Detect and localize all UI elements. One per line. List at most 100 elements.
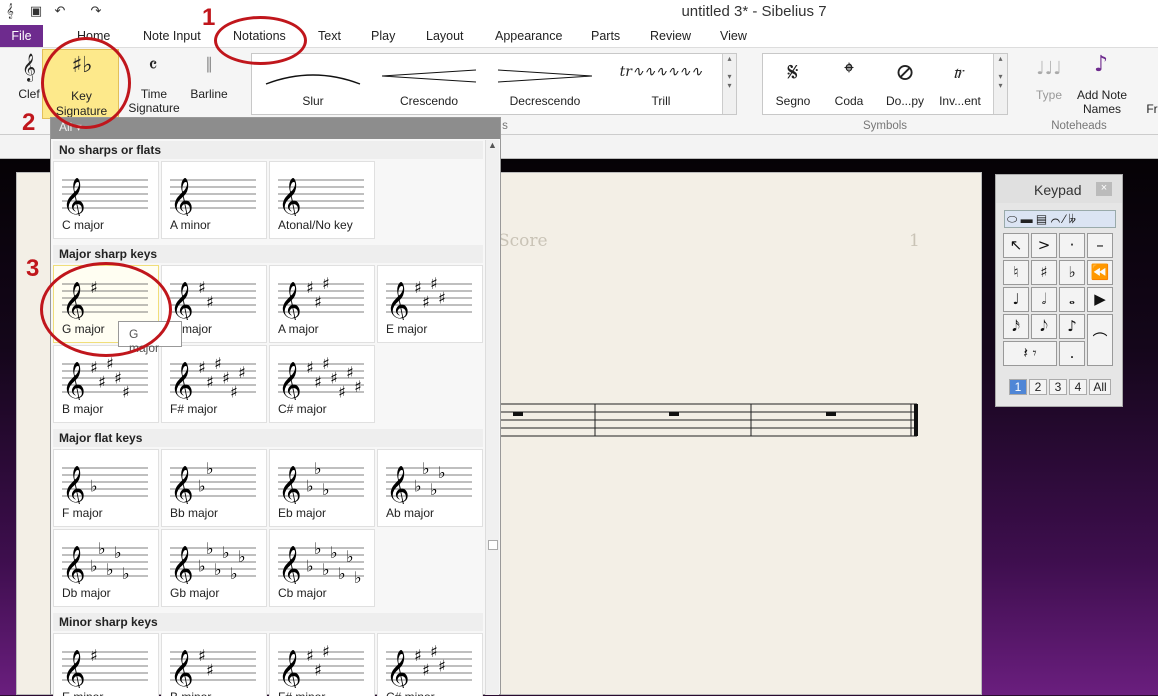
- keypad-tab-3[interactable]: 3: [1049, 379, 1067, 395]
- keypad-button[interactable]: ▶: [1087, 287, 1113, 312]
- key-option-ab-major[interactable]: 𝄞 ♭ ♭ ♭ ♭ Ab major: [377, 449, 483, 527]
- tab-play[interactable]: Play: [371, 29, 395, 43]
- keypad-button[interactable]: 𝅘𝅥𝅮: [1031, 314, 1057, 339]
- key-option-label: F major: [62, 506, 103, 520]
- flat-accidental-icon: ♭: [206, 539, 214, 558]
- keypad-tab-all[interactable]: All: [1089, 379, 1111, 395]
- keypad-button[interactable]: .: [1059, 341, 1085, 366]
- keypad-button[interactable]: 𝅘𝅥𝅯: [1003, 314, 1029, 339]
- barline-icon: 𝄁: [207, 53, 211, 77]
- sharp-accidental-icon: ♯: [314, 661, 322, 680]
- sharp-accidental-icon: ♯: [438, 289, 446, 308]
- keypad-button[interactable]: 𝄽 𝄾: [1003, 341, 1057, 366]
- key-option-label: Db major: [62, 586, 111, 600]
- keypad-button[interactable]: ♩: [1003, 287, 1029, 312]
- keypad-button[interactable]: ⏪: [1087, 260, 1113, 285]
- decrescendo-item[interactable]: Decrescendo: [496, 94, 594, 108]
- slur-item[interactable]: Slur: [264, 94, 362, 108]
- key-option-c-sharp-minor[interactable]: 𝄞♯♯♯♯C# minor: [377, 633, 483, 696]
- tab-parts[interactable]: Parts: [591, 29, 620, 43]
- tab-text[interactable]: Text: [318, 29, 341, 43]
- add-note-names-button[interactable]: Add Note Names: [1074, 88, 1130, 116]
- tab-note-input[interactable]: Note Input: [143, 29, 201, 43]
- keypad-button[interactable]: ·: [1059, 233, 1085, 258]
- key-signature-gallery: All ▾ No sharps or flats 𝄞 C major 𝄞 A minor…: [50, 117, 501, 696]
- key-option-b-minor[interactable]: 𝄞♯♯B minor: [161, 633, 267, 696]
- crescendo-item[interactable]: Crescendo: [380, 94, 478, 108]
- key-option-bb-major[interactable]: 𝄞 ♭ ♭ Bb major: [161, 449, 267, 527]
- notehead-type-icon: ♩♩♩: [1036, 58, 1062, 79]
- keypad-button[interactable]: ♭: [1059, 260, 1085, 285]
- svg-text:𝄞: 𝄞: [278, 546, 302, 584]
- crescendo-icon: [381, 69, 477, 83]
- symbols-group-label: Symbols: [862, 120, 908, 132]
- keypad-button[interactable]: ♮: [1003, 260, 1029, 285]
- flat-accidental-icon: ♭: [306, 557, 314, 576]
- sharp-accidental-icon: ♯: [414, 646, 422, 665]
- inv-ent-item[interactable]: Inv...ent: [935, 94, 985, 108]
- gallery-scrollbar[interactable]: ▲: [485, 140, 499, 695]
- key-option-f-sharp-major[interactable]: 𝄞 ♯ ♯ ♯ ♯ ♯ ♯ F# major: [161, 345, 267, 423]
- coda-item[interactable]: Coda: [825, 94, 873, 108]
- key-option-a-minor[interactable]: 𝄞 A minor: [161, 161, 267, 239]
- svg-text:𝄞: 𝄞: [170, 466, 194, 504]
- flat-accidental-icon: ♭: [414, 477, 422, 496]
- key-option-c-major[interactable]: 𝄞 C major: [53, 161, 159, 239]
- sharp-accidental-icon: ♯: [206, 373, 214, 392]
- key-option-gb-major[interactable]: 𝄞 ♭ ♭ ♭ ♭ ♭ ♭ Gb major: [161, 529, 267, 607]
- sharp-accidental-icon: ♯: [198, 358, 206, 377]
- tab-view[interactable]: View: [720, 29, 747, 43]
- sharp-accidental-icon: ♯: [414, 278, 422, 297]
- key-option-e-minor[interactable]: 𝄞♯ E minor: [53, 633, 159, 696]
- tab-review[interactable]: Review: [650, 29, 691, 43]
- sharp-accidental-icon: ♯: [114, 369, 122, 388]
- flat-accidental-icon: ♭: [322, 480, 330, 499]
- annotation-number-2: 2: [22, 109, 36, 136]
- coda-icon: 𝄌: [844, 58, 854, 88]
- keypad-layout-selector[interactable]: ⬭ ▬ ▤ ⌒ ⁄ 𝄫: [1004, 210, 1116, 228]
- keypad-button[interactable]: >: [1031, 233, 1057, 258]
- trill-item[interactable]: Trill: [612, 94, 710, 108]
- add-note-names-icon: ♪: [1093, 52, 1109, 77]
- flat-accidental-icon: ♭: [90, 557, 98, 576]
- key-option-e-major[interactable]: 𝄞 ♯ ♯ ♯ ♯ E major: [377, 265, 483, 343]
- keypad-tab-1[interactable]: 1: [1009, 379, 1027, 395]
- scroll-up-icon[interactable]: ▲: [488, 140, 498, 150]
- keypad-button[interactable]: 𝅝: [1059, 287, 1085, 312]
- keypad-icon-1[interactable]: ⬭ ▬ ▤ ⌒ ⁄ 𝄫: [1007, 212, 1076, 227]
- key-option-eb-major[interactable]: 𝄞 ♭ ♭ ♭ Eb major: [269, 449, 375, 527]
- tab-file[interactable]: File: [0, 25, 43, 47]
- keypad-tab-4[interactable]: 4: [1069, 379, 1087, 395]
- keypad-close-button[interactable]: ×: [1096, 182, 1112, 196]
- do-py-item[interactable]: Do...py: [881, 94, 929, 108]
- key-signature-staff-icon: 𝄞 ♭♭♭♭♭♭: [170, 539, 256, 584]
- symbols-gallery-scroll[interactable]: ▴ ▾ ▾: [993, 54, 1007, 114]
- keypad-button[interactable]: ⌒: [1087, 314, 1113, 366]
- key-option-f-major[interactable]: 𝄞 ♭ F major: [53, 449, 159, 527]
- svg-text:𝄞: 𝄞: [278, 178, 302, 216]
- noteheads-group-label: Noteheads: [1051, 120, 1107, 132]
- flat-accidental-icon: ♭: [322, 560, 330, 579]
- tab-layout[interactable]: Layout: [426, 29, 464, 43]
- key-option-atonal-no-key[interactable]: 𝄞 Atonal/No key: [269, 161, 375, 239]
- keypad-button[interactable]: ♪: [1059, 314, 1085, 339]
- keypad-button[interactable]: ♯: [1031, 260, 1057, 285]
- keypad-button[interactable]: –: [1087, 233, 1113, 258]
- barline-button[interactable]: Barline: [186, 87, 232, 101]
- key-signature-staff-icon: 𝄞 ♭♭♭♭: [386, 459, 472, 504]
- key-option-f-sharp-minor[interactable]: 𝄞♯♯♯F# minor: [269, 633, 375, 696]
- keypad-button[interactable]: 𝅗𝅥: [1031, 287, 1057, 312]
- key-option-a-major[interactable]: 𝄞 ♯ ♯ ♯ A major: [269, 265, 375, 343]
- segno-item[interactable]: Segno: [769, 94, 817, 108]
- time-signature-button[interactable]: Time Signature: [128, 87, 180, 115]
- keypad-panel: Keypad × ⬭ ▬ ▤ ⌒ ⁄ 𝄫 ↖ > · – ♮ ♯ ♭ ⏪ ♩ 𝅗𝅥 𝅝 ▶ 𝅘𝅥𝅯 𝅘𝅥𝅮…: [995, 174, 1123, 407]
- key-option-db-major[interactable]: 𝄞 ♭ ♭ ♭ ♭ ♭ Db major: [53, 529, 159, 607]
- key-option-c-sharp-major[interactable]: 𝄞 ♯ ♯ ♯ ♯ ♯ ♯ ♯ C# major: [269, 345, 375, 423]
- keypad-tab-2[interactable]: 2: [1029, 379, 1047, 395]
- type-button[interactable]: Type: [1030, 88, 1068, 102]
- scroll-thumb[interactable]: [488, 540, 498, 550]
- keypad-button[interactable]: ↖: [1003, 233, 1029, 258]
- lines-gallery-scroll[interactable]: ▴ ▾ ▾: [722, 54, 736, 114]
- tab-appearance[interactable]: Appearance: [495, 29, 562, 43]
- key-option-cb-major[interactable]: 𝄞 ♭ ♭ ♭ ♭ ♭ ♭ ♭ Cb major: [269, 529, 375, 607]
